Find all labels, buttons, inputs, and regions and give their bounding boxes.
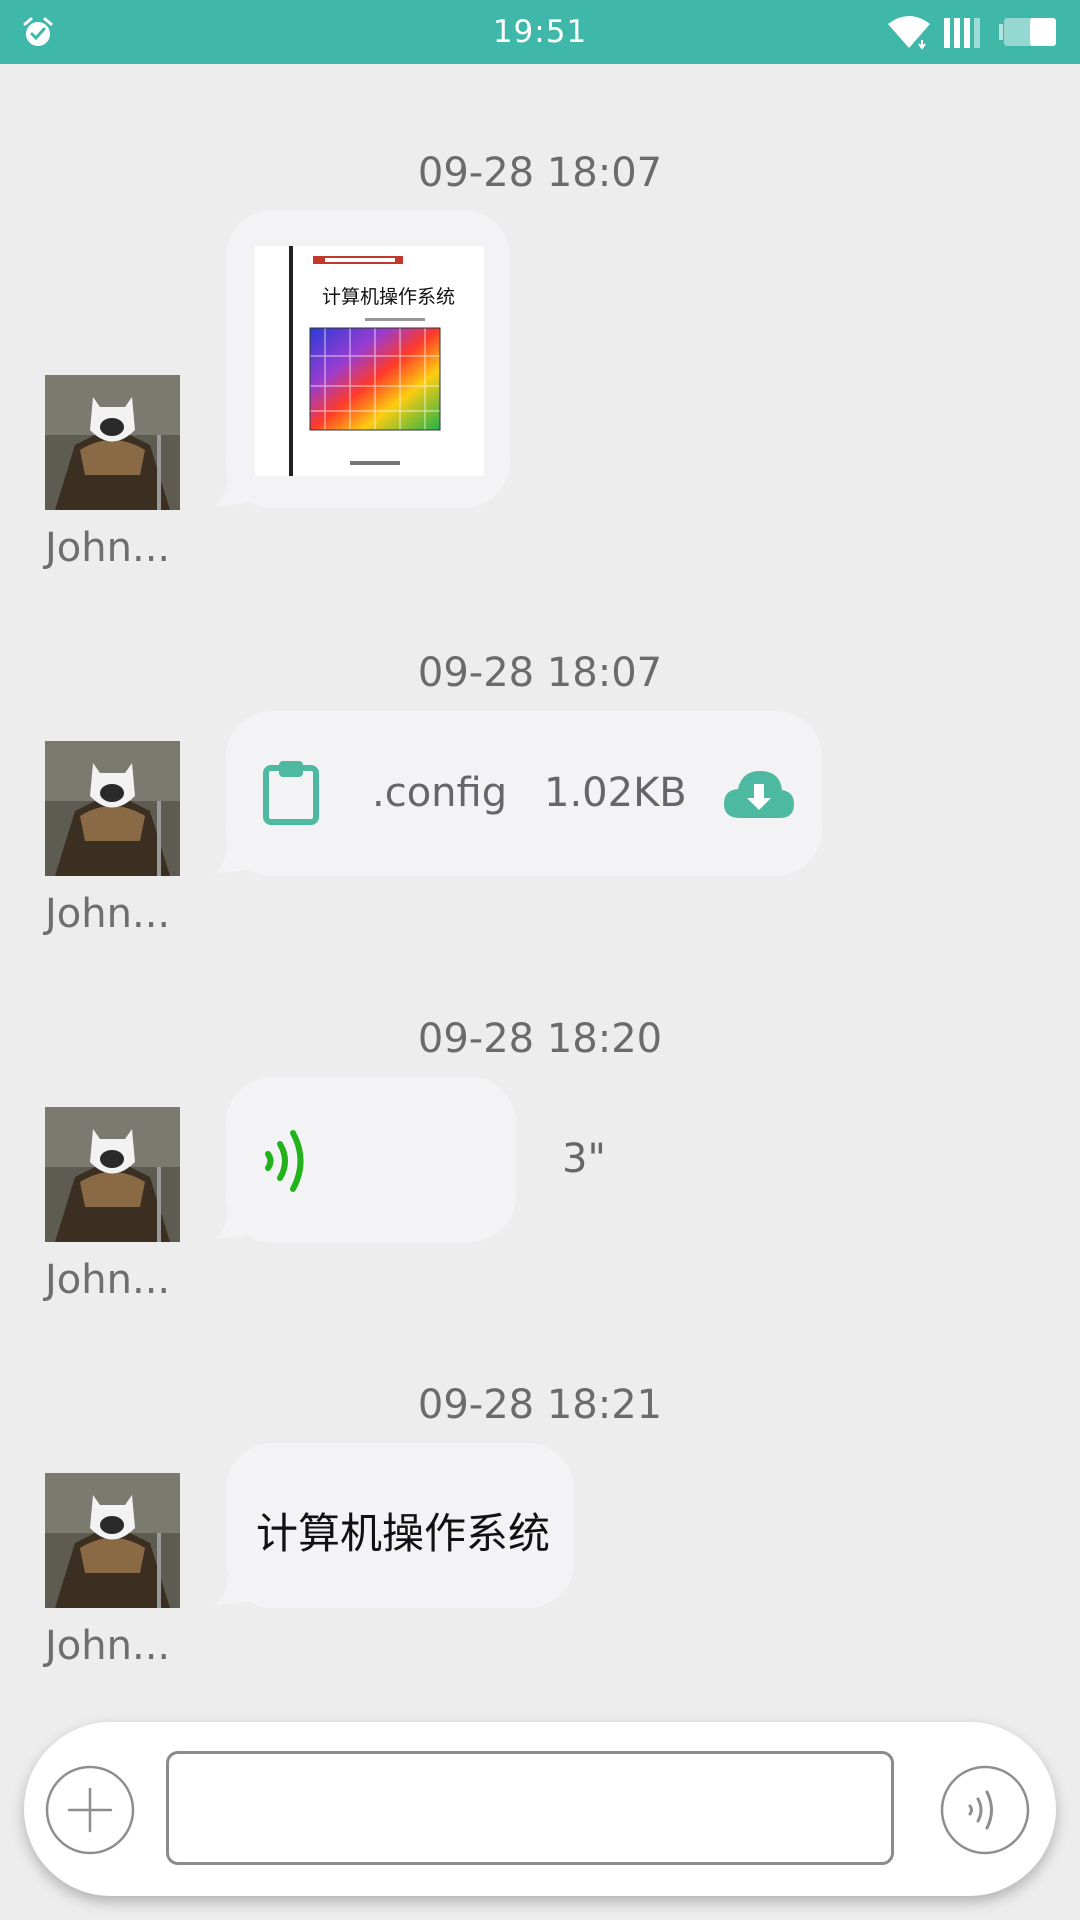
avatar[interactable] [45, 741, 180, 876]
avatar[interactable] [45, 1473, 180, 1608]
wifi-icon [888, 16, 930, 50]
file-size: 1.02KB [544, 770, 687, 816]
chat-screen: 19:51 09-28 18:07 John... 计算机操作系统 09-28 … [0, 0, 1080, 1920]
book-cover-image[interactable]: 计算机操作系统 [255, 246, 484, 476]
cloud-download-icon[interactable] [722, 768, 796, 820]
message-timestamp: 09-28 18:07 [417, 650, 663, 696]
voice-duration: 3" [562, 1136, 606, 1182]
avatar[interactable] [45, 1107, 180, 1242]
voice-wave-icon [265, 1130, 304, 1192]
sender-name: John... [45, 525, 171, 571]
message-timestamp: 09-28 18:21 [417, 1382, 663, 1428]
signal-icon [944, 18, 980, 48]
plus-icon[interactable] [45, 1765, 135, 1855]
message-text[interactable]: 计算机操作系统 [256, 1500, 550, 1561]
clipboard-icon [263, 761, 319, 825]
voice-input-icon[interactable] [940, 1765, 1030, 1855]
book-title: 计算机操作系统 [321, 286, 455, 308]
avatar[interactable] [45, 375, 180, 510]
status-bar: 19:51 [0, 0, 1080, 64]
message-input[interactable] [166, 1751, 894, 1865]
sender-name: John... [45, 1257, 171, 1303]
message-timestamp: 09-28 18:07 [417, 150, 663, 196]
file-name: .config [372, 770, 508, 816]
sender-name: John... [45, 891, 171, 937]
sender-name: John... [45, 1623, 171, 1669]
message-timestamp: 09-28 18:20 [417, 1016, 663, 1062]
battery-icon [999, 18, 1056, 46]
